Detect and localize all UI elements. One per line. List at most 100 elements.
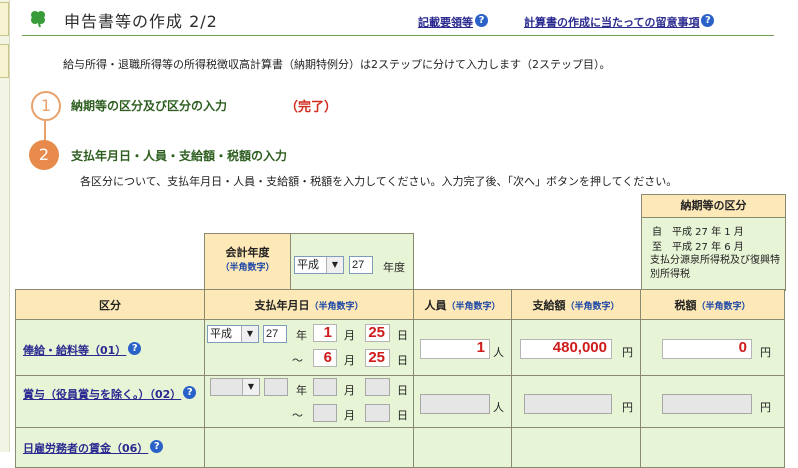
left-panel-edge	[0, 0, 10, 452]
fiscal-era-value: 平成	[297, 258, 319, 271]
fiscal-year-label: 会計年度	[225, 246, 270, 259]
row1-from-day-input[interactable]: 25	[365, 324, 390, 342]
col-people: 人員（半角数字）	[413, 289, 512, 320]
row-date-cell	[204, 427, 414, 468]
notes-link[interactable]: 計算書の作成に当たっての留意事項?	[524, 14, 715, 30]
row1-era-select[interactable]: 平成 ▼	[207, 325, 259, 343]
row-daily-wage-label[interactable]: 日雇労務者の賃金（06）	[23, 442, 148, 455]
yen-unit: 円	[622, 346, 633, 359]
row1-year-input[interactable]: 27	[263, 325, 287, 343]
fiscal-year-header: 会計年度 （半角数字）	[205, 234, 291, 289]
col-pay-date-label: 支払年月日	[254, 298, 310, 312]
month-unit: 月	[344, 329, 355, 342]
col-pay-date-hint: （半角数字）	[309, 301, 364, 312]
day-unit: 日	[397, 384, 408, 397]
left-tab-2[interactable]	[0, 44, 9, 78]
col-amount-hint: （半角数字）	[565, 301, 620, 312]
fiscal-year-inputs: 平成 ▼ 27 年度	[291, 234, 413, 289]
year-unit: 年	[296, 384, 307, 397]
row2-era-select[interactable]: ▼	[210, 378, 260, 396]
row-amount-cell	[511, 427, 641, 468]
period-from: 自 平成 27 年 1 月	[652, 223, 744, 238]
row-bonus-link[interactable]: 賞与（役員賞与を除く。）（02）?	[23, 386, 197, 402]
help-icon[interactable]: ?	[701, 14, 715, 27]
guide-link[interactable]: 記載要領等?	[418, 14, 488, 30]
row2-tax-input[interactable]	[662, 394, 752, 414]
period-box-title: 納期等の区分	[642, 195, 785, 218]
row1-amount-input[interactable]: 480,000	[520, 339, 612, 359]
person-unit: 人	[493, 346, 504, 359]
yen-unit: 円	[760, 401, 771, 414]
day-unit: 日	[397, 354, 408, 367]
col-tax-label: 税額	[674, 298, 697, 312]
intro-text: 給与所得・退職所得等の所得税徴収高計算書（納期特例分）は2ステップに分けて入力し…	[63, 58, 611, 71]
day-unit: 日	[397, 329, 408, 342]
page-header: 申告書等の作成 2/2 記載要領等? 計算書の作成に当たっての留意事項?	[22, 5, 774, 36]
help-icon[interactable]: ?	[150, 440, 164, 453]
fiscal-year-box: 会計年度 （半角数字） 平成 ▼ 27 年度	[204, 233, 414, 290]
help-icon[interactable]: ?	[475, 14, 488, 27]
left-tab-1[interactable]	[0, 2, 9, 36]
col-pay-date: 支払年月日（半角数字）	[204, 289, 414, 320]
period-to: 至 平成 27 年 6 月	[652, 238, 744, 253]
row-people-cell	[413, 427, 512, 468]
range-tilde: ～	[292, 409, 303, 422]
yen-unit: 円	[760, 346, 771, 359]
range-tilde: ～	[292, 354, 303, 367]
page-title: 申告書等の作成 2/2	[64, 12, 218, 31]
month-unit: 月	[344, 354, 355, 367]
row2-people-input[interactable]	[420, 394, 490, 414]
row2-year-input[interactable]	[264, 378, 288, 396]
chevron-down-icon[interactable]: ▼	[241, 326, 258, 342]
chevron-down-icon[interactable]: ▼	[242, 379, 259, 395]
month-unit: 月	[344, 409, 355, 422]
chevron-down-icon[interactable]: ▼	[326, 257, 343, 273]
fiscal-year-unit: 年度	[383, 261, 405, 274]
guide-link-label[interactable]: 記載要領等	[418, 16, 473, 29]
help-icon[interactable]: ?	[128, 342, 142, 355]
row-daily-wage-link[interactable]: 日雇労務者の賃金（06）?	[23, 440, 164, 456]
row-tax-cell	[640, 427, 785, 468]
row-bonus-label[interactable]: 賞与（役員賞与を除く。）（02）	[23, 388, 181, 401]
row2-to-month-input[interactable]	[313, 404, 337, 422]
row-salary-label[interactable]: 俸給・給料等（01）	[23, 344, 126, 357]
period-from-prefix: 自	[652, 227, 662, 238]
year-unit: 年	[296, 329, 307, 342]
row1-era-value: 平成	[210, 327, 232, 340]
table-header-row: 区分 支払年月日（半角数字） 人員（半角数字） 支給額（半角数字） 税額（半角数…	[15, 289, 785, 320]
step-2-label: 支払年月日・人員・支給額・税額の入力	[71, 149, 288, 163]
col-amount: 支給額（半角数字）	[511, 289, 641, 320]
row1-people-input[interactable]: 1	[420, 339, 490, 359]
row2-from-day-input[interactable]	[365, 378, 390, 396]
period-to-prefix: 至	[652, 242, 662, 253]
row1-tax-input[interactable]: 0	[662, 339, 752, 359]
fiscal-year-input[interactable]: 27	[349, 256, 373, 274]
fiscal-era-select[interactable]: 平成 ▼	[294, 256, 344, 274]
col-people-hint: （半角数字）	[446, 301, 501, 312]
step-connector	[44, 121, 46, 141]
step-1-label: 納期等の区分及び区分の入力	[71, 99, 228, 113]
day-unit: 日	[397, 409, 408, 422]
col-amount-label: 支給額	[532, 298, 566, 312]
period-from-value: 平成 27 年 1 月	[672, 227, 744, 238]
help-icon[interactable]: ?	[183, 386, 197, 399]
row2-amount-input[interactable]	[524, 394, 612, 414]
row2-from-month-input[interactable]	[313, 378, 337, 396]
fiscal-year-hint: （半角数字）	[220, 263, 275, 273]
row2-to-day-input[interactable]	[365, 404, 390, 422]
col-people-label: 人員	[424, 298, 447, 312]
col-tax: 税額（半角数字）	[640, 289, 785, 320]
row1-to-month-input[interactable]: 6	[313, 349, 337, 367]
col-tax-hint: （半角数字）	[696, 301, 751, 312]
person-unit: 人	[493, 401, 504, 414]
row-salary-link[interactable]: 俸給・給料等（01）?	[23, 342, 142, 358]
col-category: 区分	[15, 289, 205, 320]
step-1-circle: 1	[31, 91, 61, 121]
step-2-description: 各区分について、支払年月日・人員・支給額・税額を入力してください。入力完了後、「…	[80, 175, 678, 188]
notes-link-label[interactable]: 計算書の作成に当たっての留意事項	[524, 16, 699, 29]
row1-to-day-input[interactable]: 25	[365, 349, 390, 367]
yen-unit: 円	[622, 401, 633, 414]
row1-from-month-input[interactable]: 1	[313, 324, 337, 342]
period-box: 納期等の区分 自 平成 27 年 1 月 至 平成 27 年 6 月 支払分源泉…	[641, 194, 786, 291]
clover-icon	[31, 11, 45, 28]
